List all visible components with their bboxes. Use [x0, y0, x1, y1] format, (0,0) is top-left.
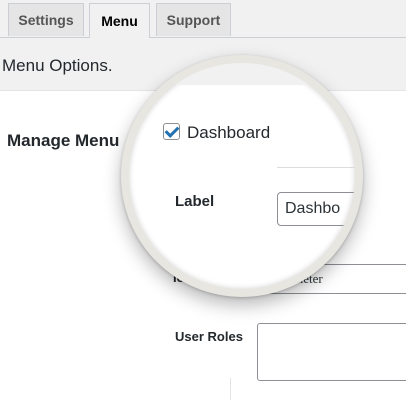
- section-heading: Menu Options.: [2, 56, 113, 75]
- user-roles-label: User Roles: [175, 329, 243, 344]
- dashboard-checkbox-label: Dashboard: [187, 123, 271, 142]
- zoom-top-bar: [129, 63, 355, 85]
- manage-menu-label: Manage Menu: [7, 131, 120, 150]
- label-input[interactable]: Dashbo: [277, 192, 355, 226]
- label-field-label: Label: [175, 193, 215, 210]
- tab-settings[interactable]: Settings: [8, 3, 84, 36]
- magnifier-lens: Dashboard Label Dashbo: [129, 63, 355, 289]
- divider: [230, 378, 231, 400]
- tab-support[interactable]: Support: [156, 3, 231, 36]
- field-divider: [277, 167, 355, 168]
- tab-bar: Settings Menu Support: [0, 0, 406, 38]
- dashboard-checkbox[interactable]: [163, 123, 180, 140]
- user-roles-select[interactable]: [257, 323, 406, 381]
- tab-menu[interactable]: Menu: [89, 3, 150, 38]
